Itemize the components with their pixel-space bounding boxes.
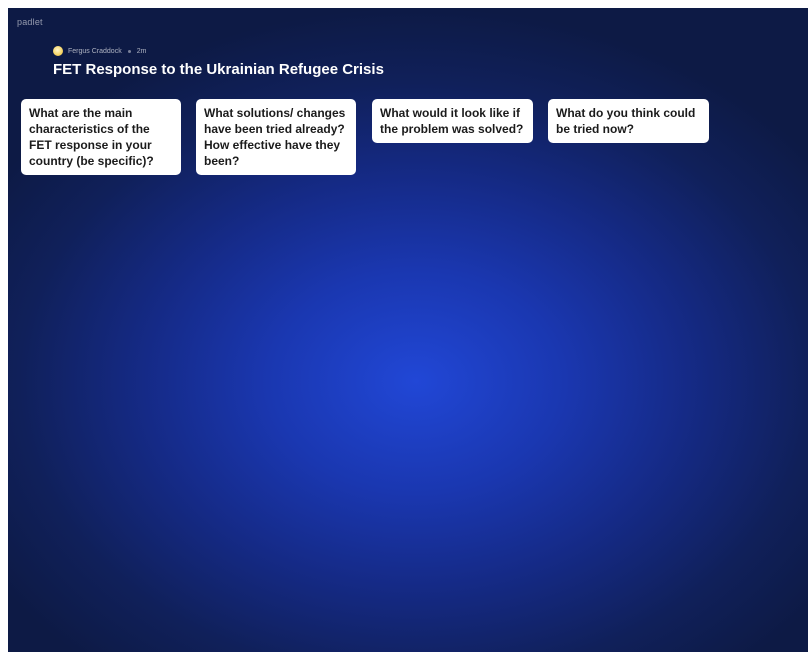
column-card-2[interactable]: What solutions/ changes have been tried … bbox=[196, 99, 356, 175]
time-ago: 2m bbox=[136, 47, 147, 55]
author-name: Fergus Craddock bbox=[68, 47, 122, 55]
separator-dot bbox=[127, 49, 131, 53]
column-card-1[interactable]: What are the main characteristics of the… bbox=[21, 99, 181, 175]
column-card-3[interactable]: What would it look like if the problem w… bbox=[372, 99, 533, 143]
padlet-logo[interactable]: padlet bbox=[17, 17, 43, 27]
column-card-4[interactable]: What do you think could be tried now? bbox=[548, 99, 709, 143]
padlet-board: padlet Fergus Craddock 2m FET Response t… bbox=[8, 8, 808, 652]
author-avatar[interactable] bbox=[53, 46, 63, 56]
board-title: FET Response to the Ukrainian Refugee Cr… bbox=[53, 61, 384, 78]
board-header: Fergus Craddock 2m FET Response to the U… bbox=[53, 45, 384, 78]
board-meta: Fergus Craddock 2m bbox=[53, 45, 384, 57]
